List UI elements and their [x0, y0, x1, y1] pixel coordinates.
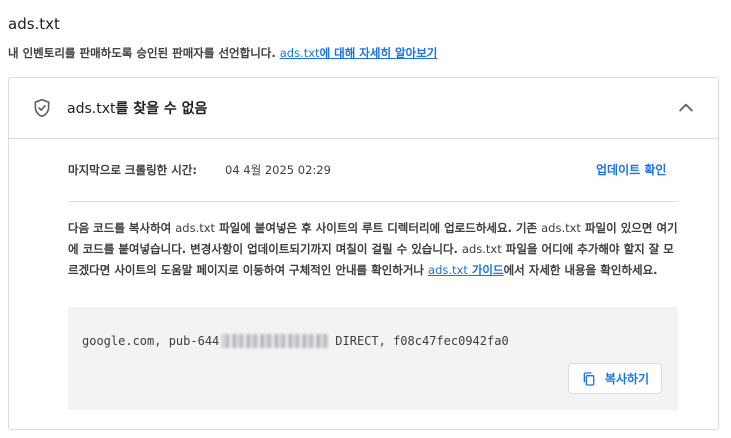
code-block: google.com, pub-644 DIRECT, f08c47fec0942… — [68, 307, 678, 410]
last-crawled-value: 04 4월 2025 02:29 — [225, 163, 331, 177]
copy-button-label: 복사하기 — [604, 372, 650, 386]
card-title: ads.txt를 찾을 수 없음 — [67, 98, 207, 118]
learn-more-link-text: 에 대해 자세히 알아보기 — [319, 46, 438, 60]
ads-txt-code: google.com, pub-644 DIRECT, f08c47fec0942… — [82, 334, 509, 348]
last-crawled-label: 마지막으로 크롤링한 시간: — [68, 163, 197, 177]
chevron-up-icon[interactable] — [676, 98, 696, 118]
page-title: ads.txt — [8, 15, 60, 33]
desc-part-1: 다음 코드를 복사하여 — [68, 221, 176, 235]
guide-link-text: 가이드 — [467, 263, 504, 277]
code-suffix: DIRECT, f08c47fec0942fa0 — [335, 334, 509, 348]
desc-part-2: 파일에 붙여넣은 후 사이트의 루트 디렉터리에 업로드하세요. 기존 — [215, 221, 542, 235]
desc-ads-2: ads.txt — [541, 221, 581, 235]
card-title-status: 를 찾을 수 없음 — [115, 101, 208, 117]
ads-txt-status-card: ads.txt를 찾을 수 없음 마지막으로 크롤링한 시간: 04 4월 20… — [8, 77, 719, 430]
subtitle-text: 내 인벤토리를 판매하도록 승인된 판매자를 선언합니다. — [8, 46, 280, 60]
card-title-ads: ads.txt — [67, 101, 116, 117]
divider — [68, 201, 678, 202]
ads-txt-guide-link[interactable]: ads.txt 가이드 — [428, 263, 504, 277]
desc-ads-3: ads.txt — [461, 242, 502, 256]
desc-part-5: 에서 자세한 내용을 확인하세요. — [503, 263, 658, 277]
copy-button[interactable]: 복사하기 — [568, 363, 662, 394]
redacted-publisher-id — [221, 334, 330, 348]
copy-icon — [583, 371, 595, 386]
learn-more-link[interactable]: ads.txt에 대해 자세히 알아보기 — [280, 46, 438, 60]
page-subtitle: 내 인벤토리를 판매하도록 승인된 판매자를 선언합니다. ads.txt에 대… — [8, 45, 437, 61]
learn-more-link-ads: ads.txt — [279, 46, 320, 60]
instructions-text: 다음 코드를 복사하여 ads.txt 파일에 붙여넣은 후 사이트의 루트 디… — [68, 218, 683, 281]
shield-check-icon — [34, 98, 50, 118]
code-prefix: google.com, pub-644 — [82, 334, 220, 348]
card-header[interactable]: ads.txt를 찾을 수 없음 — [9, 78, 718, 139]
guide-link-ads: ads.txt — [428, 263, 468, 277]
check-update-link[interactable]: 업데이트 확인 — [596, 161, 666, 178]
desc-ads-1: ads.txt — [175, 221, 216, 235]
